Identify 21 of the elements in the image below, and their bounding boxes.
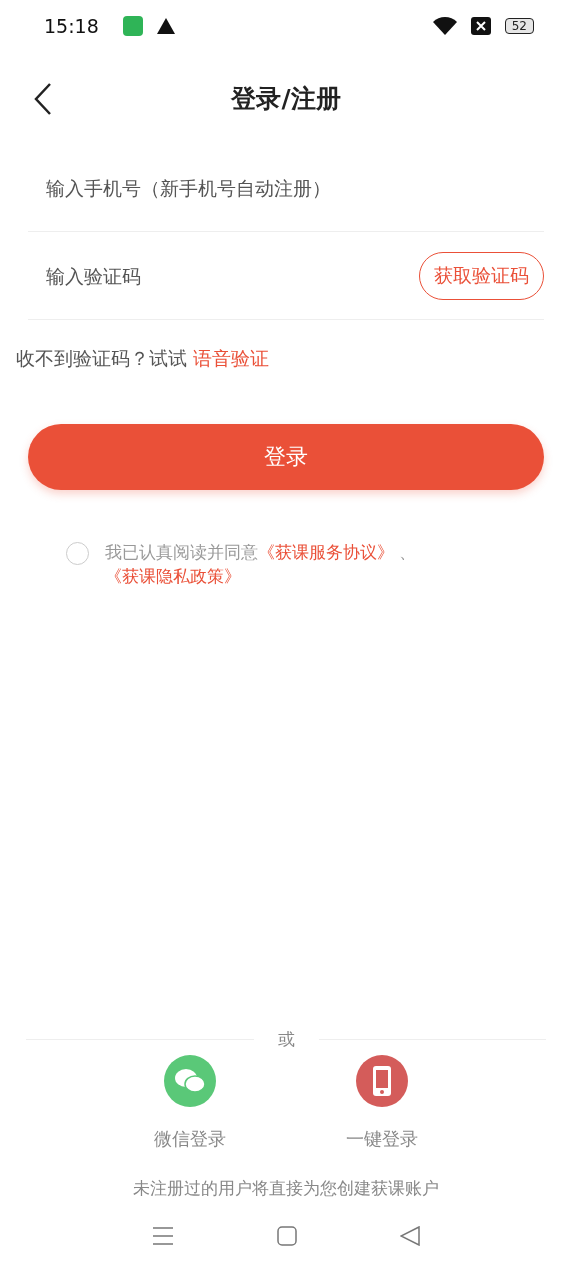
- agreement-link[interactable]: 《获课隐私政策》: [105, 566, 241, 586]
- voice-verify-link[interactable]: 语音验证: [193, 347, 270, 369]
- phone-input-field[interactable]: 输入手机号（新手机号自动注册）: [44, 175, 544, 200]
- wifi-icon: [432, 17, 457, 35]
- app-notification-icon: [122, 16, 143, 36]
- voice-hint-text: 收不到验证码？试试 语音验证: [15, 346, 271, 371]
- page-title: 登录/注册: [231, 82, 341, 115]
- login-button[interactable]: 登录: [28, 424, 544, 490]
- divider-label: 或: [277, 1028, 295, 1051]
- alt-login-button[interactable]: 微信登录: [154, 1055, 226, 1151]
- status-time: 15:18: [44, 15, 99, 37]
- agree-checkbox[interactable]: [66, 542, 89, 565]
- warning-icon: [156, 18, 175, 34]
- agreement-text: 我已认真阅读并同意《获课服务协议》 、 《获课隐私政策》: [105, 541, 418, 588]
- code-input-field[interactable]: 输入验证码: [44, 263, 419, 288]
- footer-note: 未注册过的用户将直接为您创建获课账户: [132, 1177, 440, 1200]
- alt-login-button[interactable]: 一键登录: [346, 1055, 418, 1151]
- agreement-link[interactable]: 《获课服务协议》: [258, 542, 394, 562]
- no-sim-icon: [470, 17, 491, 35]
- battery-indicator: 52: [504, 18, 534, 34]
- get-code-button[interactable]: 获取验证码: [419, 251, 544, 300]
